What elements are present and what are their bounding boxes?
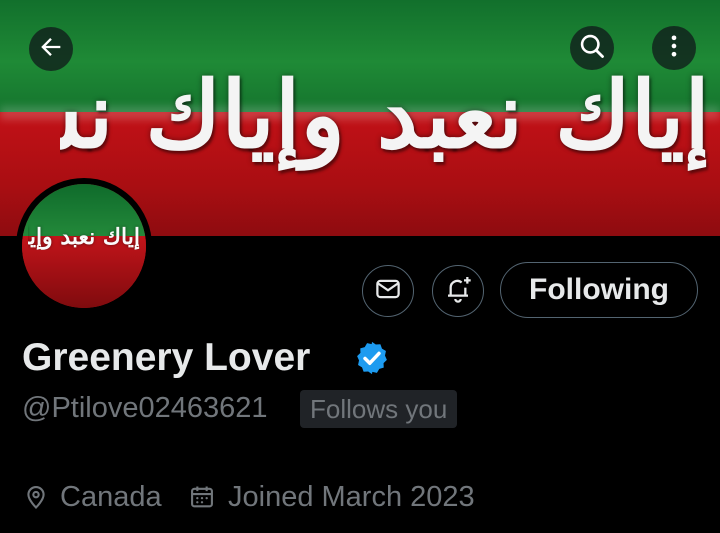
join-date: Joined March 2023 xyxy=(188,478,475,516)
join-date-label: Joined March 2023 xyxy=(228,480,475,513)
notifications-button[interactable] xyxy=(432,265,484,317)
avatar-image: إياك نعبد وإياك نستعين xyxy=(22,184,146,308)
location: Canada xyxy=(22,478,162,516)
more-button[interactable] xyxy=(652,26,696,70)
verified-badge-icon xyxy=(353,339,391,377)
following-button[interactable]: Following xyxy=(500,262,698,318)
arrow-left-icon xyxy=(37,33,65,66)
message-button[interactable] xyxy=(362,265,414,317)
avatar[interactable]: إياك نعبد وإياك نستعين xyxy=(16,178,152,314)
display-name: Greenery Lover xyxy=(22,336,311,379)
search-icon xyxy=(578,32,606,65)
search-button[interactable] xyxy=(570,26,614,70)
back-button[interactable] xyxy=(29,27,73,71)
user-handle: @Ptilove02463621 xyxy=(22,392,268,424)
calendar-icon xyxy=(188,483,216,511)
location-label: Canada xyxy=(60,480,162,513)
envelope-icon xyxy=(373,274,403,309)
follows-you-badge: Follows you xyxy=(300,390,458,428)
location-pin-icon xyxy=(22,483,50,511)
bell-plus-icon xyxy=(442,273,474,310)
more-vertical-icon xyxy=(660,32,688,65)
avatar-calligraphy: إياك نعبد وإياك نستعين xyxy=(28,224,140,250)
